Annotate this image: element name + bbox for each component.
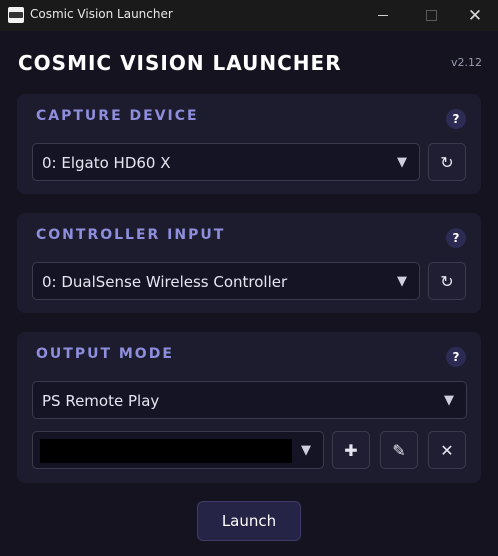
plus-icon: ✚ (344, 440, 358, 460)
version-label: v2.12 (450, 56, 482, 69)
output-mode-panel: OUTPUT MODE ? PS Remote Play ▼ ▼ ✚ ✎ ✕ (17, 332, 481, 483)
close-icon: ✕ (440, 440, 454, 460)
refresh-controller-button[interactable]: ↻ (428, 262, 466, 300)
controller-input-panel: CONTROLLER INPUT ? 0: DualSense Wireless… (17, 213, 481, 313)
refresh-icon: ↻ (440, 152, 454, 172)
chevron-down-icon: ▼ (397, 274, 407, 289)
refresh-capture-button[interactable]: ↻ (428, 143, 466, 181)
profile-select[interactable]: ▼ (32, 431, 324, 469)
window-titlebar: Cosmic Vision Launcher ✕ (0, 0, 498, 31)
edit-profile-button[interactable]: ✎ (380, 431, 418, 469)
app-logo-icon (8, 7, 24, 23)
controller-input-value: 0: DualSense Wireless Controller (42, 273, 288, 291)
refresh-icon: ↻ (440, 271, 454, 291)
controller-help-icon[interactable]: ? (446, 228, 466, 248)
capture-device-value: 0: Elgato HD60 X (42, 154, 171, 172)
capture-device-panel: CAPTURE DEVICE ? 0: Elgato HD60 X ▼ ↻ (17, 94, 481, 194)
output-mode-title: OUTPUT MODE (36, 346, 174, 362)
controller-input-title: CONTROLLER INPUT (36, 227, 226, 243)
window-title: Cosmic Vision Launcher (30, 7, 173, 21)
capture-help-icon[interactable]: ? (446, 109, 466, 129)
output-mode-select[interactable]: PS Remote Play ▼ (32, 381, 467, 419)
maximize-button[interactable] (408, 0, 454, 31)
minimize-icon (378, 15, 388, 16)
delete-profile-button[interactable]: ✕ (428, 431, 466, 469)
redacted-profile-value (40, 439, 292, 463)
close-window-button[interactable]: ✕ (452, 0, 498, 31)
app-header-title: COSMIC VISION LAUNCHER (18, 51, 342, 75)
chevron-down-icon: ▼ (444, 393, 454, 408)
output-mode-value: PS Remote Play (42, 392, 160, 410)
launch-button[interactable]: Launch (197, 501, 301, 541)
add-profile-button[interactable]: ✚ (332, 431, 370, 469)
controller-input-select[interactable]: 0: DualSense Wireless Controller ▼ (32, 262, 420, 300)
capture-device-title: CAPTURE DEVICE (36, 108, 199, 124)
output-help-icon[interactable]: ? (446, 347, 466, 367)
chevron-down-icon: ▼ (397, 155, 407, 170)
minimize-button[interactable] (360, 0, 406, 31)
maximize-icon (425, 10, 437, 21)
pencil-icon: ✎ (392, 440, 406, 460)
chevron-down-icon: ▼ (301, 443, 311, 458)
capture-device-select[interactable]: 0: Elgato HD60 X ▼ (32, 143, 420, 181)
